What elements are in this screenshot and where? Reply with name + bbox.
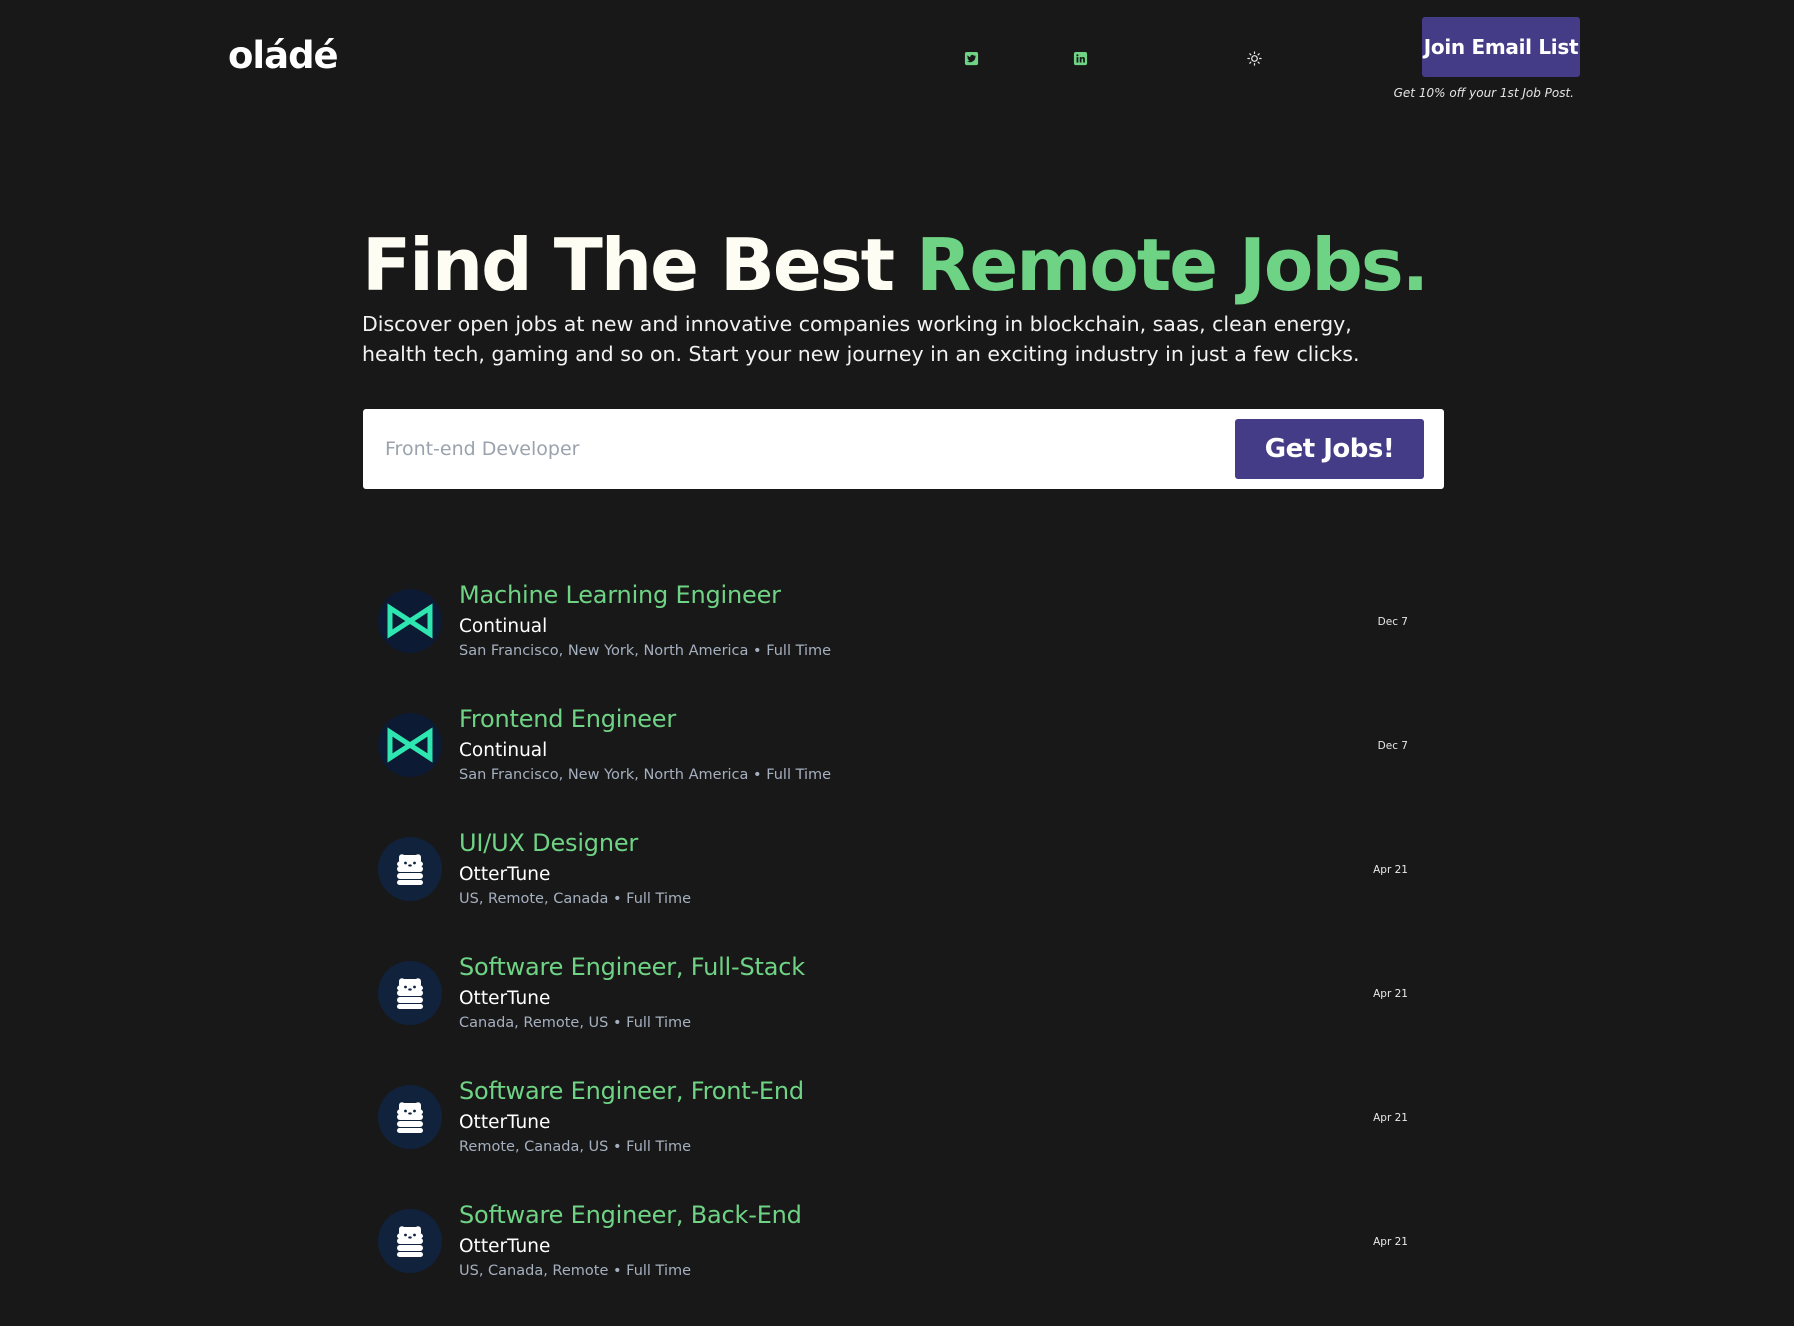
join-email-list-button[interactable]: Join Email List	[1422, 17, 1580, 77]
job-company: Continual	[459, 740, 548, 761]
job-company: OtterTune	[459, 988, 551, 1009]
job-company: OtterTune	[459, 1112, 551, 1133]
page: oládé Join Email List Get 10% off your 1…	[0, 0, 1794, 1326]
job-search-bar: Get Jobs!	[363, 409, 1444, 489]
job-listing[interactable]: Machine Learning Engineer Continual San Fr…	[378, 581, 1408, 691]
hero-description: Discover open jobs at new and innovative…	[362, 312, 1360, 366]
promo-text: Get 10% off your 1st Job Post.	[1393, 86, 1574, 100]
get-jobs-button[interactable]: Get Jobs!	[1235, 419, 1424, 479]
ottertune-logo-icon	[378, 961, 442, 1025]
site-logo[interactable]: oládé	[228, 34, 339, 77]
job-company: Continual	[459, 616, 548, 637]
job-meta: US, Canada, Remote • Full Time	[459, 1263, 692, 1279]
job-title[interactable]: Software Engineer, Front-End	[459, 1077, 804, 1105]
job-listing[interactable]: Software Engineer, Back-End OtterTune US, …	[378, 1201, 1408, 1311]
job-date: Apr 21	[1373, 988, 1408, 1000]
job-meta: Canada, Remote, US • Full Time	[459, 1015, 692, 1031]
ottertune-logo-icon	[378, 837, 442, 901]
job-listing[interactable]: Software Engineer, Front-End OtterTune Rem…	[378, 1077, 1408, 1187]
job-company: OtterTune	[459, 864, 551, 885]
linkedin-icon	[1073, 51, 1088, 66]
job-title[interactable]: Software Engineer, Full-Stack	[459, 953, 805, 981]
job-title[interactable]: Software Engineer, Back-End	[459, 1201, 802, 1229]
job-date: Dec 7	[1377, 616, 1408, 628]
ottertune-logo-icon	[378, 1085, 442, 1149]
twitter-icon	[964, 51, 979, 66]
job-date: Dec 7	[1377, 740, 1408, 752]
ottertune-logo-icon	[378, 1209, 442, 1273]
job-meta: Remote, Canada, US • Full Time	[459, 1139, 692, 1155]
hero-title-white: Find The Best	[362, 223, 895, 307]
job-listing[interactable]: Software Engineer, Full-Stack OtterTune Ca…	[378, 953, 1408, 1063]
sun-icon	[1247, 51, 1262, 66]
job-listing[interactable]: Frontend Engineer Continual San Francisco,…	[378, 705, 1408, 815]
job-company: OtterTune	[459, 1236, 551, 1257]
continual-logo-icon	[378, 713, 442, 777]
job-date: Apr 21	[1373, 1236, 1408, 1248]
hero-title-green: Remote Jobs.	[916, 223, 1429, 307]
job-meta: San Francisco, New York, North America •…	[459, 643, 832, 659]
job-title[interactable]: UI/UX Designer	[459, 829, 638, 857]
job-date: Apr 21	[1373, 1112, 1408, 1124]
linkedin-link[interactable]	[1073, 51, 1088, 66]
hero-title: Find The Best Remote Jobs.	[362, 222, 1429, 308]
job-search-input[interactable]	[385, 429, 1165, 469]
job-date: Apr 21	[1373, 864, 1408, 876]
twitter-link[interactable]	[964, 51, 979, 66]
job-title[interactable]: Frontend Engineer	[459, 705, 676, 733]
job-meta: San Francisco, New York, North America •…	[459, 767, 832, 783]
continual-logo-icon	[378, 589, 442, 653]
job-title[interactable]: Machine Learning Engineer	[459, 581, 781, 609]
job-listing[interactable]: UI/UX Designer OtterTune US, Remote, Canad…	[378, 829, 1408, 939]
theme-toggle-button[interactable]	[1247, 51, 1262, 66]
job-meta: US, Remote, Canada • Full Time	[459, 891, 692, 907]
